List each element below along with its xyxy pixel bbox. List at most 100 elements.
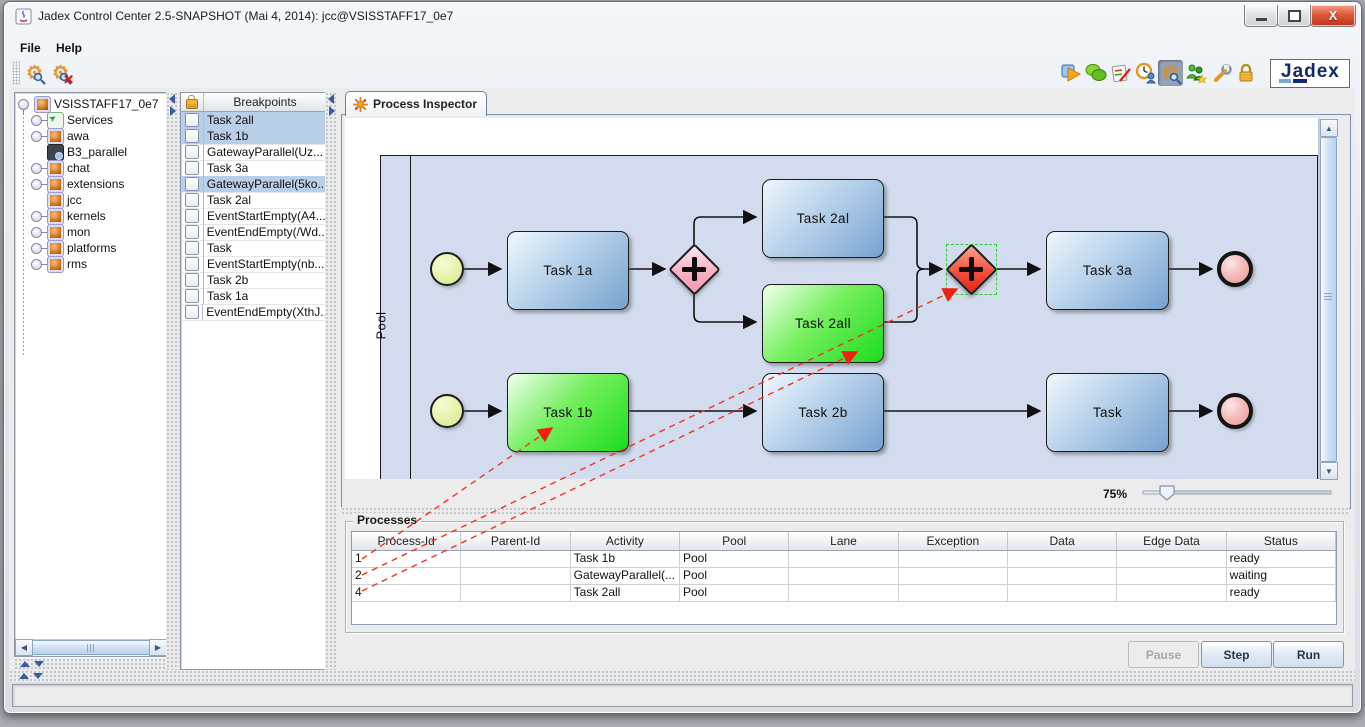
splitter-expand-down[interactable] — [34, 661, 44, 667]
bpmn-start-event-1[interactable] — [430, 252, 464, 286]
breakpoint-checkbox[interactable] — [185, 177, 199, 191]
tree-item-platforms[interactable]: platforms — [15, 240, 167, 256]
bpmn-end-event-2[interactable] — [1217, 393, 1253, 429]
column-header-status[interactable]: Status — [1227, 532, 1336, 550]
diagram-processes-splitter[interactable] — [341, 507, 1349, 516]
tree-item-kernels[interactable]: kernels — [15, 208, 167, 224]
tree-item-rms[interactable]: rms — [15, 256, 167, 272]
tab-process-inspector[interactable]: Process Inspector — [345, 91, 487, 116]
breakpoint-row[interactable]: EventStartEmpty(nb... — [181, 256, 326, 273]
tree-expand-handle[interactable] — [31, 115, 42, 126]
breakpoint-row[interactable]: Task 1a — [181, 288, 326, 305]
splitter-expand-up[interactable] — [19, 673, 29, 679]
tree-item-extensions[interactable]: extensions — [15, 176, 167, 192]
process-row[interactable]: 1Task 1bPoolready — [352, 551, 1336, 568]
debugger-icon[interactable]: ⚙ — [1158, 60, 1183, 86]
column-header-edge-data[interactable]: Edge Data — [1117, 532, 1226, 550]
tree-breakpoints-splitter[interactable] — [166, 92, 180, 670]
column-header-activity[interactable]: Activity — [571, 532, 680, 550]
bpmn-task-3a[interactable]: Task 3a — [1046, 231, 1169, 310]
pause-button[interactable]: Pause — [1128, 641, 1199, 668]
breakpoint-row[interactable]: Task 2al — [181, 192, 326, 209]
bpmn-task[interactable]: Task — [1046, 373, 1169, 452]
breakpoint-checkbox[interactable] — [185, 145, 199, 159]
splitter-collapse-right[interactable] — [329, 106, 335, 116]
breakpoint-row[interactable]: EventEndEmpty(/Wd... — [181, 224, 326, 241]
breakpoint-checkbox[interactable] — [185, 289, 199, 303]
simulation-icon[interactable] — [1133, 60, 1158, 86]
security-lock-icon[interactable] — [1233, 60, 1258, 86]
toolbar-drag-handle[interactable] — [12, 61, 20, 85]
zoom-slider[interactable] — [1140, 483, 1336, 502]
tree-expand-handle[interactable] — [18, 99, 29, 110]
breakpoint-row[interactable]: EventStartEmpty(A4... — [181, 208, 326, 225]
tree-item-root[interactable]: VSISSTAFF17_0e7 — [15, 96, 167, 112]
breakpoint-checkbox[interactable] — [185, 113, 199, 127]
breakpoint-row[interactable]: GatewayParallel(Uz... — [181, 144, 326, 161]
tree-item-awa[interactable]: awa — [15, 128, 167, 144]
awareness-icon[interactable] — [1183, 60, 1208, 86]
breakpoint-checkbox[interactable] — [185, 129, 199, 143]
breakpoint-checkbox[interactable] — [185, 225, 199, 239]
bpmn-end-event-1[interactable] — [1217, 251, 1253, 287]
tree-expand-handle[interactable] — [31, 227, 42, 238]
close-button[interactable]: X — [1310, 5, 1356, 27]
tree-bottom-splitter[interactable] — [14, 658, 166, 670]
column-header-lane[interactable]: Lane — [789, 532, 898, 550]
bpmn-start-event-2[interactable] — [430, 394, 464, 428]
breakpoint-row[interactable]: Task 2b — [181, 272, 326, 289]
column-header-data[interactable]: Data — [1008, 532, 1117, 550]
kill-platform-icon[interactable]: ⚙ ✕ — [48, 60, 73, 86]
breakpoint-checkbox[interactable] — [185, 241, 199, 255]
diagram-canvas[interactable]: Pool — [345, 118, 1319, 479]
breakpoint-row[interactable]: EventEndEmpty(XthJ... — [181, 304, 326, 321]
splitter-collapse-right[interactable] — [170, 106, 176, 116]
tree-item-chat[interactable]: chat — [15, 160, 167, 176]
bpmn-task-1b[interactable]: Task 1b — [507, 373, 629, 452]
tree-expand-handle[interactable] — [31, 179, 42, 190]
column-header-exception[interactable]: Exception — [899, 532, 1008, 550]
maximize-button[interactable] — [1277, 5, 1311, 27]
breakpoint-checkbox[interactable] — [185, 257, 199, 271]
step-button[interactable]: Step — [1201, 641, 1272, 668]
settings-wrench-icon[interactable] — [1208, 60, 1233, 86]
column-header-pool[interactable]: Pool — [680, 532, 789, 550]
breakpoint-checkbox[interactable] — [185, 305, 199, 319]
tree-expand-handle[interactable] — [31, 259, 42, 270]
bpmn-task-1a[interactable]: Task 1a — [507, 231, 629, 310]
breakpoint-checkbox[interactable] — [185, 193, 199, 207]
breakpoint-checkbox[interactable] — [185, 161, 199, 175]
tree-item-mon[interactable]: mon — [15, 224, 167, 240]
process-row[interactable]: 2GatewayParallel(...Poolwaiting — [352, 568, 1336, 585]
splitter-collapse-left[interactable] — [328, 94, 334, 104]
open-platform-icon[interactable]: ⚙ — [22, 60, 47, 86]
tree-hscroll-left-button[interactable]: ◀ — [15, 639, 33, 656]
tree-expand-handle[interactable] — [31, 243, 42, 254]
breakpoint-checkbox[interactable] — [185, 273, 199, 287]
testcenter-icon[interactable] — [1108, 60, 1133, 86]
bpmn-task-2b[interactable]: Task 2b — [762, 373, 884, 452]
tree-hscroll-right-button[interactable]: ▶ — [149, 639, 167, 656]
tree-item-b3_parallel[interactable]: B3_parallel — [15, 144, 167, 160]
breakpoint-row[interactable]: Task 3a — [181, 160, 326, 177]
splitter-expand-down[interactable] — [33, 673, 43, 679]
conversation-icon[interactable] — [1083, 60, 1108, 86]
tree-item-services[interactable]: Services — [15, 112, 167, 128]
starter-icon[interactable] — [1058, 60, 1083, 86]
process-row[interactable]: 4Task 2allPoolready — [352, 585, 1336, 602]
splitter-expand-up[interactable] — [20, 661, 30, 667]
run-button[interactable]: Run — [1273, 641, 1344, 668]
diagram-vscroll-up-button[interactable]: ▲ — [1320, 119, 1338, 137]
breakpoint-row[interactable]: Task 2all — [181, 112, 326, 129]
breakpoint-row[interactable]: Task — [181, 240, 326, 257]
tree-expand-handle[interactable] — [31, 131, 42, 142]
tree-item-jcc[interactable]: jcc — [15, 192, 167, 208]
tree-expand-handle[interactable] — [31, 163, 42, 174]
bpmn-task-2all[interactable]: Task 2all — [762, 284, 884, 363]
bpmn-task-2al[interactable]: Task 2al — [762, 179, 884, 258]
menu-file[interactable]: File — [14, 39, 47, 57]
menu-help[interactable]: Help — [50, 39, 88, 57]
statusbar-splitter[interactable] — [9, 670, 1355, 682]
diagram-vscroll-thumb[interactable] — [1320, 137, 1337, 462]
splitter-collapse-left[interactable] — [169, 94, 175, 104]
